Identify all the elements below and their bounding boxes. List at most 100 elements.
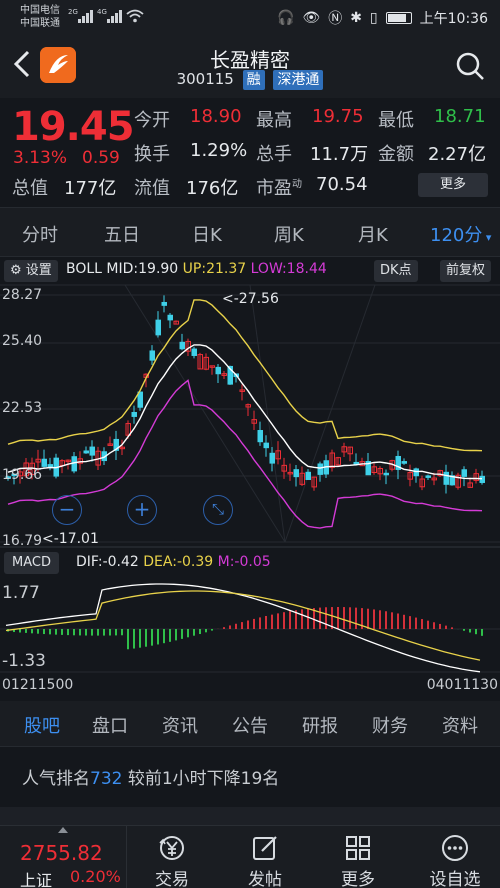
macd-dea: DEA:-0.39 — [143, 554, 214, 570]
more-quote-button[interactable]: 更多 — [418, 173, 488, 197]
macd-dif: DIF:-0.42 — [76, 554, 139, 570]
candle-body — [155, 319, 161, 336]
index-value[interactable]: 2755.82 — [20, 841, 103, 865]
chart-settings-button[interactable]: ⚙ 设置 — [4, 260, 58, 282]
macd-indicator-button[interactable]: MACD — [4, 552, 59, 574]
network-type-2: 4G — [97, 8, 107, 16]
stock-code: 300115 — [176, 70, 234, 88]
margin-tag: 融 — [242, 70, 265, 90]
bluetooth-icon: ✱ — [350, 10, 362, 26]
add-favorite-label: 设自选 — [429, 870, 481, 888]
candle-body — [149, 350, 155, 361]
amount-value: 2.27亿 — [428, 144, 487, 165]
time-axis-end: 04011130 — [426, 677, 498, 693]
more-button[interactable]: 更多 — [323, 830, 393, 888]
index-expand-icon[interactable] — [58, 827, 68, 833]
compose-button[interactable]: 发帖 — [230, 830, 300, 888]
min-price-marker: <-17.01 — [42, 531, 99, 547]
index-name: 上证 — [20, 871, 53, 888]
trade-label: 交易 — [155, 870, 189, 888]
candle-body — [215, 366, 221, 375]
candle-body — [41, 458, 47, 467]
candle-body — [269, 452, 275, 464]
total-cap-label: 总值 — [12, 178, 48, 199]
pe-value: 70.54 — [316, 174, 368, 195]
tab-monthly-k[interactable]: 月K — [358, 221, 388, 247]
candle-body — [257, 430, 263, 443]
compose-icon — [253, 836, 277, 860]
tab-profile[interactable]: 资料 — [442, 712, 478, 738]
battery-icon — [385, 12, 412, 24]
connect-tag: 深港通 — [273, 70, 324, 90]
nfc-icon: Ⓝ — [328, 11, 343, 27]
float-cap-label: 流值 — [134, 178, 170, 199]
tab-weekly-k[interactable]: 周K — [274, 221, 304, 247]
candle-body — [383, 472, 389, 476]
vibrate-icon: ▯ — [369, 10, 378, 26]
zoom-out-button[interactable]: − — [52, 495, 82, 525]
search-icon[interactable] — [454, 50, 486, 82]
trade-icon — [159, 836, 184, 860]
add-favorite-button[interactable]: 设自选 — [416, 830, 494, 888]
compose-label: 发帖 — [248, 870, 282, 888]
amount-label: 金额 — [378, 144, 414, 165]
quote-panel: 19.45 3.13% 0.59 今开 18.90 最高 19.75 最低 18… — [0, 98, 500, 206]
macd-y-bottom: -1.33 — [2, 651, 46, 671]
max-price-marker: <-27.56 — [222, 291, 279, 307]
eye-icon: 👁 — [302, 10, 321, 26]
popularity-text: 人气排名732 较前1小时下降19名 — [22, 769, 280, 789]
tab-forum[interactable]: 股吧 — [24, 712, 60, 738]
boll-up: UP:21.37 — [182, 261, 247, 277]
kline-chart[interactable]: ⚙ 设置 BOLL MID:19.90 UP:21.37 LOW:18.44 D… — [0, 257, 500, 701]
tab-financials[interactable]: 财务 — [372, 712, 408, 738]
tab-intraday[interactable]: 分时 — [22, 221, 58, 247]
tab-five-day[interactable]: 五日 — [104, 221, 140, 247]
candle-body — [461, 469, 467, 477]
headphone-icon: 🎧 — [276, 10, 295, 26]
tab-120min[interactable]: 120分 ▾ — [430, 221, 491, 247]
fullscreen-button[interactable]: ⤡ — [203, 495, 233, 525]
favorite-icon — [442, 835, 468, 861]
more-label: 更多 — [341, 870, 375, 888]
candle-body — [167, 314, 173, 321]
tab-research[interactable]: 研报 — [302, 712, 338, 738]
tab-order-book[interactable]: 盘口 — [92, 712, 128, 738]
candle-body — [479, 475, 485, 483]
tab-announcements[interactable]: 公告 — [232, 712, 268, 738]
dropdown-icon: ▾ — [482, 231, 492, 244]
chart-canvas — [0, 284, 500, 673]
index-percent: 0.20% — [70, 867, 121, 886]
pe-label: 市盈动 — [256, 178, 302, 199]
stock-code-row: 300115 融 深港通 — [0, 70, 500, 90]
zoom-in-button[interactable]: + — [127, 495, 157, 525]
current-price: 19.45 — [12, 104, 135, 150]
section-tabs: 股吧 盘口 资讯 公告 研报 财务 资料 — [0, 701, 500, 747]
candle-body — [425, 475, 431, 478]
macd-y-top: 1.77 — [2, 583, 40, 603]
signal-icon — [78, 10, 93, 23]
tab-news[interactable]: 资讯 — [162, 712, 198, 738]
open-value: 18.90 — [190, 106, 242, 127]
grid-icon — [346, 836, 370, 860]
candle-body — [191, 348, 197, 356]
volume-label: 总手 — [256, 144, 292, 165]
status-right: 🎧 👁 Ⓝ ✱ ▯ 上午10:36 — [277, 8, 488, 28]
time-axis-start: 01211500 — [2, 677, 74, 693]
high-value: 19.75 — [312, 106, 364, 127]
status-time: 上午10:36 — [419, 11, 488, 27]
candle-body — [263, 442, 269, 449]
y-axis-label: 19.66 — [2, 467, 43, 483]
turnover-label: 换手 — [134, 144, 170, 165]
forward-adjust-button[interactable]: 前复权 — [440, 260, 492, 282]
trade-button[interactable]: 交易 — [137, 830, 207, 888]
dk-point-button[interactable]: DK点 — [374, 260, 418, 282]
change-amount: 0.59 — [82, 148, 120, 168]
candle-body — [179, 341, 185, 350]
low-label: 最低 — [378, 110, 414, 131]
boll-mid: BOLL MID:19.90 — [66, 261, 179, 277]
total-cap-value: 177亿 — [64, 178, 117, 199]
pe-dynamic-mark: 动 — [292, 179, 302, 190]
tab-daily-k[interactable]: 日K — [192, 221, 222, 247]
divider — [126, 826, 127, 888]
popularity-row[interactable]: 人气排名732 较前1小时下降19名 — [0, 747, 500, 807]
